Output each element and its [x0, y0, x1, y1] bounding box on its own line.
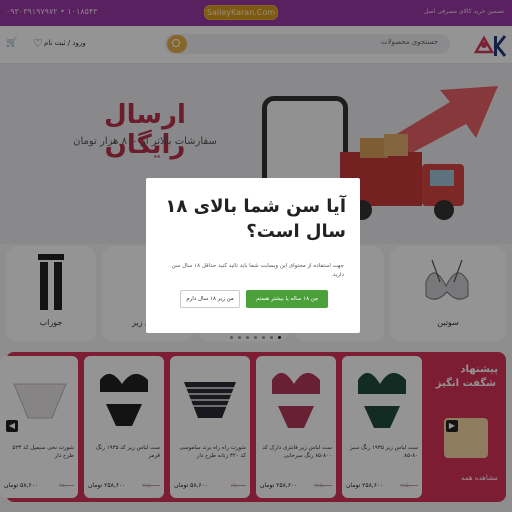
- confirm-age-button[interactable]: من ۱۸ ساله یا بیشتر هستم: [246, 290, 328, 308]
- under-age-button[interactable]: من زیر ۱۸ سال دارم: [180, 290, 240, 308]
- modal-question: آیا سن شما بالای ۱۸ سال است؟: [165, 196, 346, 242]
- modal-description: جهت استفاده از محتوای این وبسایت شما بای…: [171, 263, 344, 278]
- age-verification-modal: آیا سن شما بالای ۱۸ سال است؟ جهت استفاده…: [146, 178, 360, 333]
